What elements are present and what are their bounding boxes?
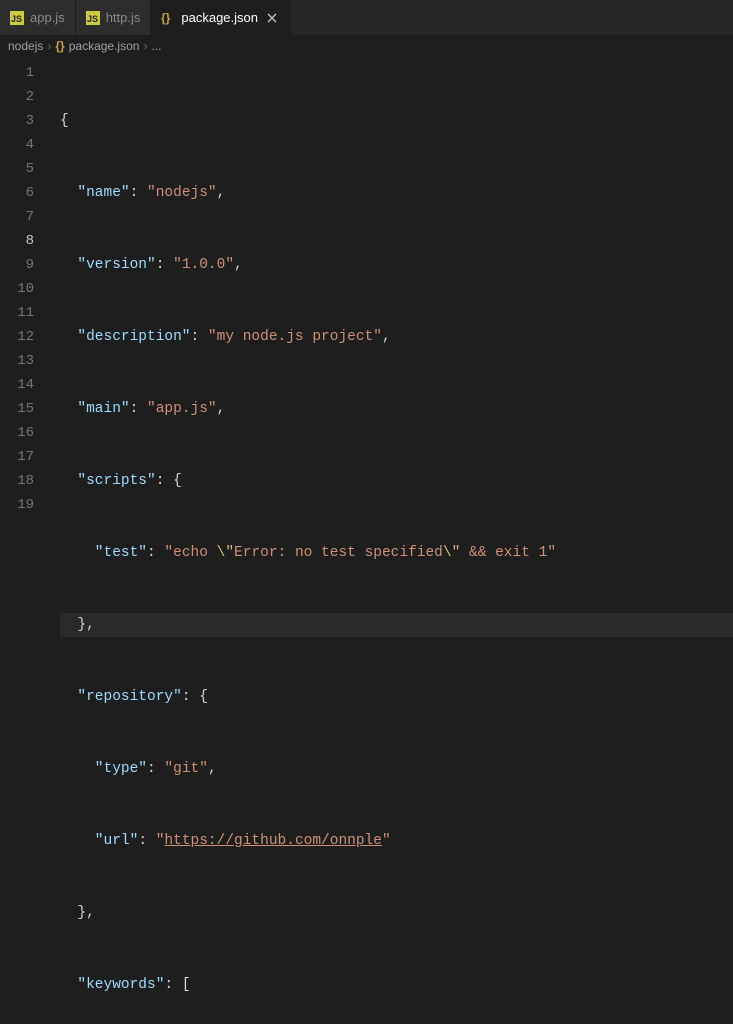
tab-label: package.json bbox=[181, 10, 258, 25]
code-line: "type": "git", bbox=[60, 757, 733, 781]
tab-packagejson[interactable]: {} package.json bbox=[151, 0, 291, 35]
tab-httpjs[interactable]: JS http.js bbox=[76, 0, 152, 35]
code-editor[interactable]: 1234 5678 9101112 13141516 171819 { "nam… bbox=[0, 57, 733, 512]
code-line: }, bbox=[60, 613, 733, 637]
code-content[interactable]: { "name": "nodejs", "version": "1.0.0", … bbox=[52, 57, 733, 512]
chevron-right-icon: › bbox=[47, 39, 51, 53]
code-line: "keywords": [ bbox=[60, 973, 733, 997]
url-link: https://github.com/onnple bbox=[164, 833, 382, 849]
code-line: }, bbox=[60, 901, 733, 925]
line-number-gutter: 1234 5678 9101112 13141516 171819 bbox=[0, 57, 52, 512]
code-line: "name": "nodejs", bbox=[60, 181, 733, 205]
js-file-icon: JS bbox=[86, 11, 100, 25]
svg-text:JS: JS bbox=[11, 14, 22, 24]
breadcrumb-folder: nodejs bbox=[8, 39, 43, 53]
close-icon[interactable] bbox=[264, 10, 280, 26]
code-line: "version": "1.0.0", bbox=[60, 253, 733, 277]
chevron-right-icon: › bbox=[143, 39, 147, 53]
code-line: "description": "my node.js project", bbox=[60, 325, 733, 349]
code-line: "repository": { bbox=[60, 685, 733, 709]
json-file-icon: {} bbox=[161, 11, 175, 25]
code-line: "test": "echo \"Error: no test specified… bbox=[60, 541, 733, 565]
tab-appjs[interactable]: JS app.js bbox=[0, 0, 76, 35]
svg-text:JS: JS bbox=[87, 14, 98, 24]
js-file-icon: JS bbox=[10, 11, 24, 25]
svg-text:{}: {} bbox=[161, 11, 171, 25]
breadcrumb[interactable]: nodejs › {} package.json › ... bbox=[0, 35, 733, 57]
tab-label: http.js bbox=[106, 10, 141, 25]
tab-label: app.js bbox=[30, 10, 65, 25]
code-line: "url": "https://github.com/onnple" bbox=[60, 829, 733, 853]
code-line: "scripts": { bbox=[60, 469, 733, 493]
code-line: "main": "app.js", bbox=[60, 397, 733, 421]
breadcrumb-ellipsis: ... bbox=[151, 39, 161, 53]
breadcrumb-file: package.json bbox=[69, 39, 140, 53]
code-line: { bbox=[60, 109, 733, 133]
json-file-icon: {} bbox=[55, 39, 64, 53]
tab-bar: JS app.js JS http.js {} package.json bbox=[0, 0, 733, 35]
